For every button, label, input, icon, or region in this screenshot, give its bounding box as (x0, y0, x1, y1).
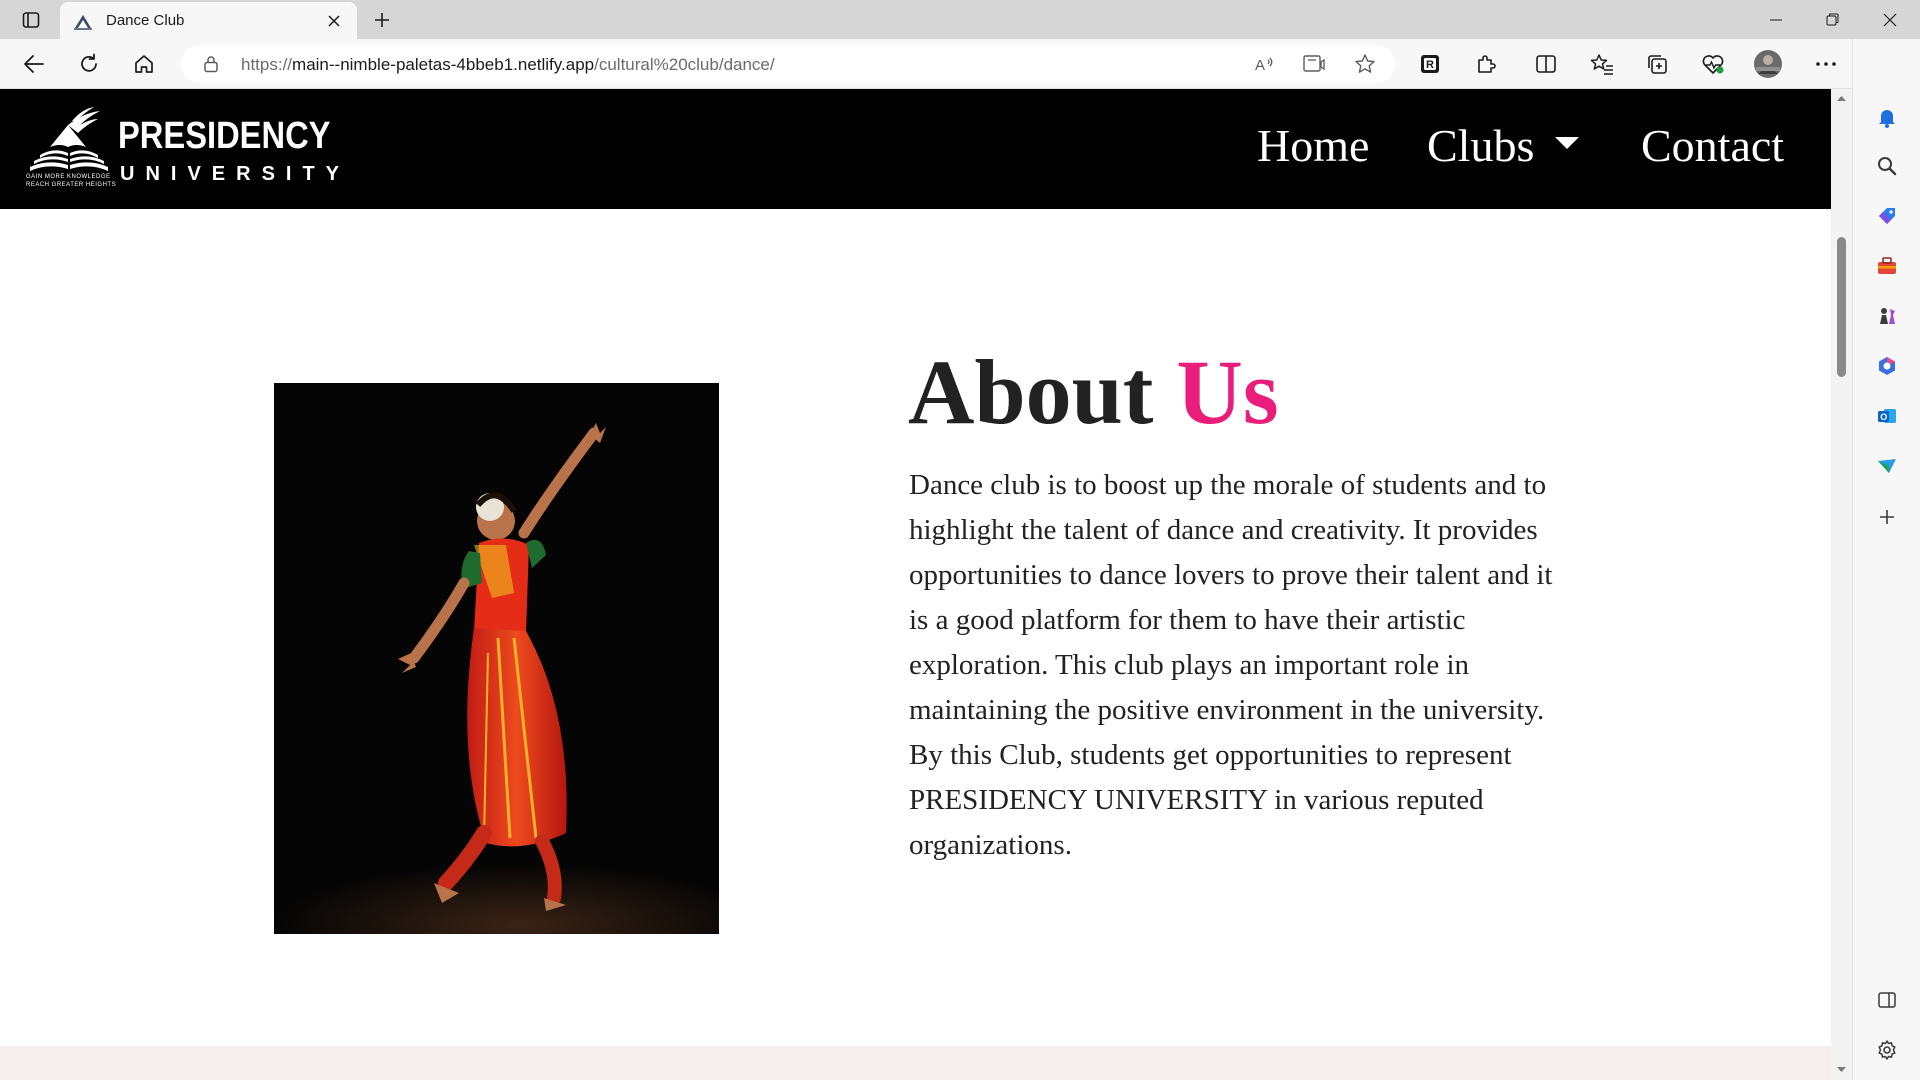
outlook-icon[interactable]: O (1871, 400, 1903, 432)
page-viewport: PRESIDENCY UNIVERSITY GAIN MORE KNOWLEDG… (0, 89, 1831, 1080)
tab-title: Dance Club (106, 12, 185, 29)
close-icon[interactable] (323, 10, 345, 32)
star-icon[interactable] (1351, 50, 1379, 78)
logo-subtitle: UNIVERSITY (120, 163, 351, 185)
back-arrow-icon[interactable] (18, 48, 50, 80)
next-section-band (0, 1046, 1831, 1080)
read-aloud-icon[interactable]: A (1251, 50, 1279, 78)
panel-icon[interactable] (1871, 984, 1903, 1016)
home-icon[interactable] (128, 48, 160, 80)
lock-icon[interactable] (201, 54, 221, 74)
nav-clubs-link[interactable]: Clubs (1427, 119, 1534, 172)
edge-sidebar: O (1852, 39, 1920, 1080)
svg-text:A: A (1255, 57, 1265, 73)
url-host: main--nimble-paletas-4bbeb1.netlify.app (292, 55, 595, 74)
logo-book-icon (30, 107, 108, 171)
settings-icon[interactable] (1871, 1034, 1903, 1066)
about-heading-accent: Us (1176, 341, 1279, 443)
svg-text:O: O (1880, 412, 1887, 422)
extension-r-icon[interactable]: R (1414, 48, 1446, 80)
plus-icon[interactable] (368, 6, 396, 34)
profile-avatar[interactable] (1752, 48, 1784, 80)
logo-tagline-1: GAIN MORE KNOWLEDGE (26, 174, 111, 180)
scroll-up-icon[interactable] (1836, 93, 1847, 104)
url-scheme: https:// (241, 55, 293, 74)
toolbox-icon[interactable] (1871, 250, 1903, 282)
about-description: Dance club is to boost up the morale of … (909, 469, 1553, 861)
tab-actions-icon[interactable] (14, 8, 48, 32)
about-heading: About Us (908, 339, 1279, 445)
about-heading-main: About (908, 341, 1154, 443)
browser-tab-bar: Dance Club (0, 0, 1920, 39)
logo-name: PRESIDENCY (118, 115, 331, 157)
browser-tab[interactable]: Dance Club (60, 2, 357, 39)
search-icon[interactable] (1871, 150, 1903, 182)
presidency-logo[interactable]: PRESIDENCY UNIVERSITY GAIN MORE KNOWLEDG… (26, 107, 339, 193)
more-icon[interactable] (1810, 48, 1842, 80)
m365-icon[interactable] (1871, 350, 1903, 382)
refresh-icon[interactable] (73, 48, 105, 80)
collections-icon[interactable] (1641, 48, 1673, 80)
svg-text:R: R (1426, 59, 1434, 71)
send-icon[interactable] (1871, 450, 1903, 482)
favorites-icon[interactable] (1586, 48, 1618, 80)
nav-home-link[interactable]: Home (1257, 119, 1369, 172)
add-icon[interactable] (1871, 501, 1903, 533)
browser-toolbar: https://main--nimble-paletas-4bbeb1.netl… (0, 39, 1920, 89)
bell-icon[interactable] (1871, 101, 1903, 133)
clubs-dropdown-caret-icon[interactable] (1555, 137, 1579, 149)
url-text[interactable]: https://main--nimble-paletas-4bbeb1.netl… (241, 55, 775, 75)
site-navbar: PRESIDENCY UNIVERSITY GAIN MORE KNOWLEDG… (0, 89, 1831, 209)
scroll-down-icon[interactable] (1836, 1064, 1847, 1075)
url-path: /cultural%20club/dance/ (594, 55, 775, 74)
address-bar[interactable]: https://main--nimble-paletas-4bbeb1.netl… (181, 45, 1395, 83)
heart-pulse-icon[interactable] (1697, 48, 1729, 80)
restore-icon[interactable] (1804, 0, 1860, 39)
split-screen-icon[interactable] (1530, 48, 1562, 80)
immersive-reader-icon[interactable] (1301, 50, 1329, 78)
dancer-image (274, 383, 719, 934)
puzzle-icon[interactable] (1470, 48, 1502, 80)
chess-icon[interactable] (1871, 300, 1903, 332)
logo-tagline-2: REACH GREATER HEIGHTS (26, 182, 117, 188)
tag-icon[interactable] (1871, 200, 1903, 232)
scrollbar-thumb[interactable] (1837, 237, 1846, 377)
minimize-icon[interactable] (1748, 0, 1804, 39)
nav-contact-link[interactable]: Contact (1641, 119, 1784, 172)
page-scrollbar[interactable] (1831, 89, 1852, 1080)
presidency-logo-icon (72, 10, 94, 32)
close-window-icon[interactable] (1862, 0, 1918, 39)
